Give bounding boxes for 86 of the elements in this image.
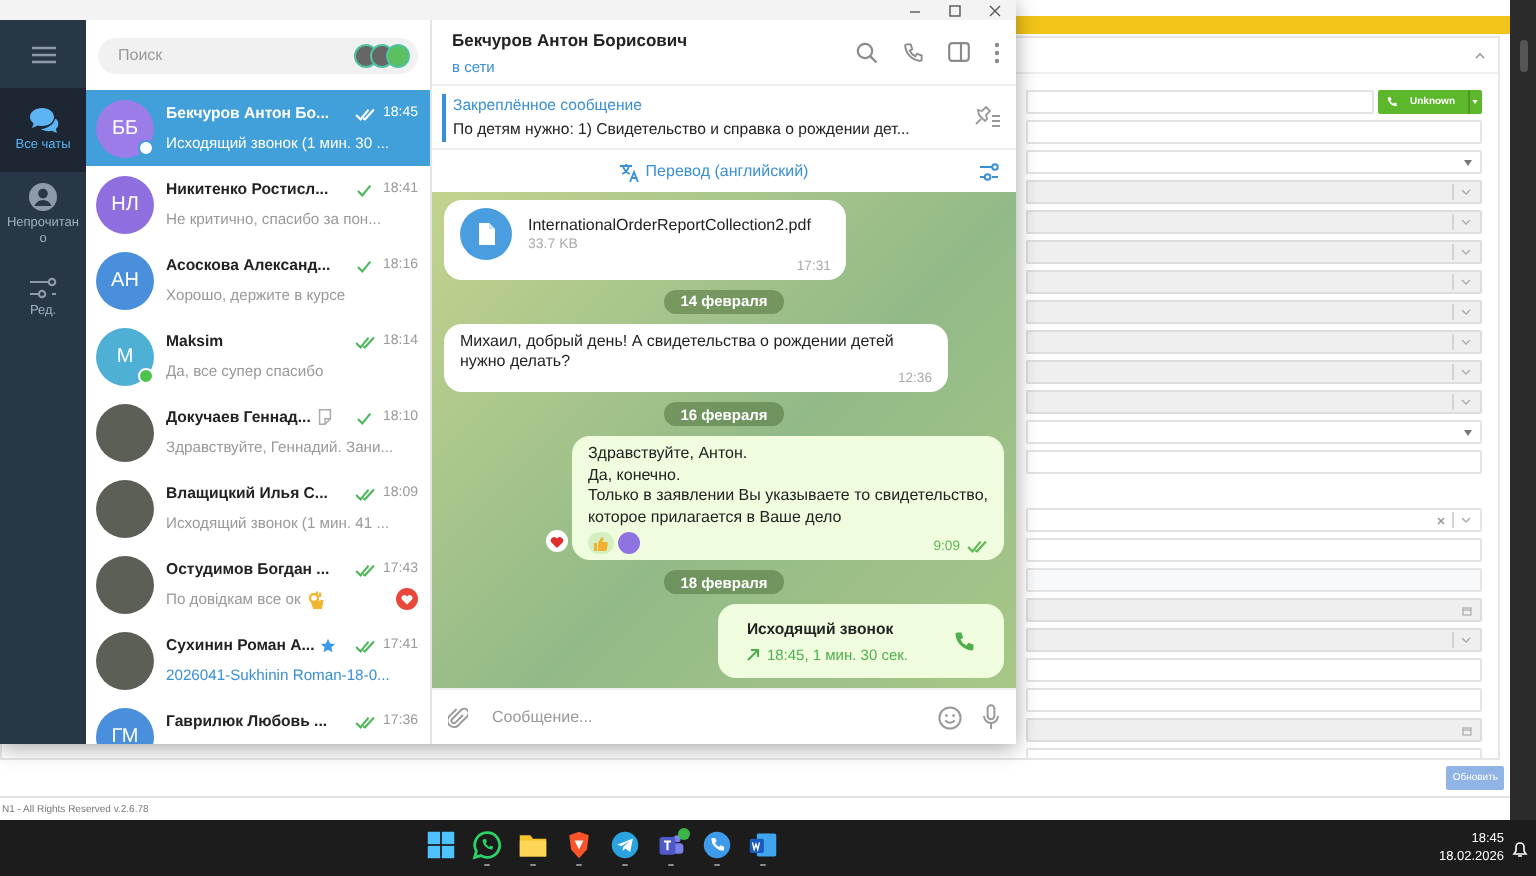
select-field[interactable] xyxy=(1026,330,1482,354)
bell-icon[interactable] xyxy=(1512,839,1528,857)
message-text: Здравствуйте, Антон. Да, конечно. Только в заявлении Вы указываете то свидетельство, которое прилагается в Ваше дело xyxy=(587,444,988,528)
caret-icon xyxy=(1464,429,1472,435)
microphone-icon[interactable] xyxy=(982,704,1000,730)
chevron-icon xyxy=(1460,308,1472,316)
chevron-icon xyxy=(1460,516,1472,524)
input-field[interactable] xyxy=(1026,538,1482,562)
sidebar-toggle-icon[interactable] xyxy=(948,42,970,62)
calendar-icon xyxy=(1462,605,1472,615)
maximize-icon[interactable] xyxy=(948,3,962,17)
translate-icon xyxy=(617,161,640,181)
chevron-icon xyxy=(1460,338,1472,346)
chat-title: Бекчуров Антон Борисович xyxy=(452,29,690,49)
paper-plane-icon[interactable] xyxy=(610,829,640,860)
select-field[interactable] xyxy=(1026,420,1482,444)
input-field[interactable] xyxy=(1026,688,1482,712)
select-field[interactable] xyxy=(1026,240,1482,264)
calendar-icon xyxy=(1462,725,1472,735)
people-icon[interactable] xyxy=(656,829,686,860)
avatar: M xyxy=(96,327,154,385)
avatar: АН xyxy=(96,251,154,309)
photo-placeholder xyxy=(96,631,154,689)
input-field[interactable] xyxy=(1026,658,1482,682)
phone-icon xyxy=(1386,96,1398,108)
shield-icon[interactable] xyxy=(564,829,594,860)
select-field[interactable] xyxy=(1026,508,1482,532)
select-field[interactable] xyxy=(1026,150,1482,174)
phone-bubble-icon[interactable] xyxy=(472,829,502,860)
arrow-up-right-icon xyxy=(746,648,761,662)
person-icon xyxy=(28,181,58,212)
more-icon[interactable] xyxy=(994,41,1000,63)
chevron-icon xyxy=(1460,278,1472,286)
photo-placeholder xyxy=(96,479,154,537)
reactor-avatar xyxy=(617,532,640,554)
heart-reaction[interactable] xyxy=(545,530,568,552)
search-field[interactable]: Поиск xyxy=(98,37,418,73)
start-grid-icon[interactable] xyxy=(426,829,456,860)
menu-icon[interactable] xyxy=(31,45,55,63)
message-text: Михаил, добрый день! А свидетельства о рождении детей нужно делать? xyxy=(460,331,896,373)
file-name: InternationalOrderReportCollection2.pdf xyxy=(528,215,811,234)
collapse-icon[interactable] xyxy=(1474,51,1486,59)
caret-icon xyxy=(1472,100,1479,104)
close-icon[interactable] xyxy=(988,3,1002,17)
settings-sliders-icon[interactable] xyxy=(978,161,1000,181)
avatar: ББ xyxy=(96,99,154,157)
select-field[interactable] xyxy=(1026,270,1482,294)
caret-icon xyxy=(1464,159,1472,165)
thumbs-up-icon xyxy=(592,535,609,551)
select-field[interactable] xyxy=(1026,390,1482,414)
select-field[interactable] xyxy=(1026,300,1482,324)
chevron-icon xyxy=(1460,398,1472,406)
phone-icon[interactable] xyxy=(702,829,732,860)
document-icon[interactable] xyxy=(748,829,778,860)
reaction-pill[interactable] xyxy=(587,532,614,554)
search-icon[interactable] xyxy=(856,41,878,63)
document-icon xyxy=(460,207,512,260)
clear-icon[interactable] xyxy=(1436,515,1446,525)
chat-bubbles-icon xyxy=(27,106,59,135)
date-field[interactable] xyxy=(1026,718,1482,742)
folder-icon[interactable] xyxy=(518,829,548,860)
input-field[interactable] xyxy=(1026,90,1374,114)
photo-placeholder xyxy=(96,555,154,613)
select-field[interactable] xyxy=(1026,180,1482,204)
chevron-icon xyxy=(1460,368,1472,376)
select-field[interactable] xyxy=(1026,210,1482,234)
heart-icon xyxy=(549,535,564,547)
chevron-icon xyxy=(1460,248,1472,256)
select-field[interactable] xyxy=(1026,628,1482,652)
input-field[interactable] xyxy=(1026,568,1482,592)
input-field[interactable] xyxy=(1026,450,1482,474)
avatar: НЛ xyxy=(96,175,154,233)
input-field[interactable] xyxy=(1026,120,1482,144)
chevron-icon xyxy=(1460,636,1472,644)
chevron-icon xyxy=(1460,188,1472,196)
chevron-icon xyxy=(1460,218,1472,226)
paperclip-icon[interactable] xyxy=(448,705,468,729)
translate-button[interactable]: Перевод (английский) xyxy=(617,161,809,181)
pin-list-icon[interactable] xyxy=(972,106,1000,128)
select-field[interactable] xyxy=(1026,360,1482,384)
scrollbar[interactable] xyxy=(1510,0,1536,820)
avatar: ГМ xyxy=(96,707,154,744)
photo-placeholder xyxy=(96,403,154,461)
smiley-icon[interactable] xyxy=(938,705,962,729)
sliders-icon xyxy=(28,276,58,301)
date-field[interactable] xyxy=(1026,598,1482,622)
